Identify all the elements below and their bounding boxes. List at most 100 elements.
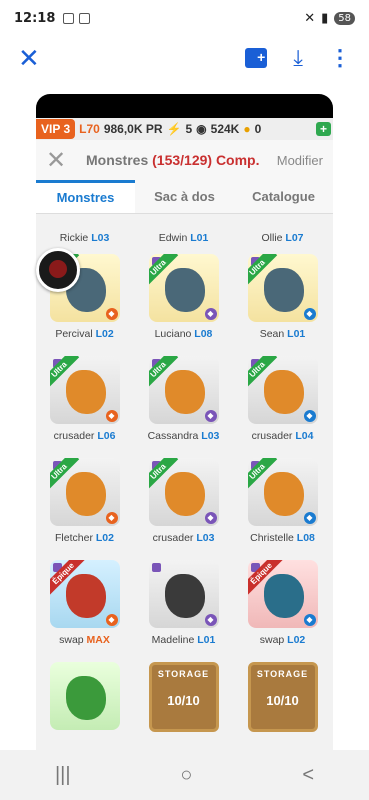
tab-catalogue[interactable]: Catalogue [234,180,333,213]
monster-name: crusader L03 [152,532,215,544]
list-item[interactable]: ◆ Madeline L01 [137,554,230,656]
list-item[interactable]: Épique ◆ swap L02 [236,554,329,656]
monster-name: Christelle L08 [250,532,315,544]
element-icon: ◆ [303,410,316,422]
monster-card[interactable]: Ultra◆ [49,458,120,526]
monster-art [164,268,205,312]
monsters-header: ✕ Monstres (153/129) Comp. Modifier [36,140,333,180]
monster-card[interactable] [49,662,120,730]
storage-slot[interactable]: STORAGE 10/10 [148,662,219,732]
tab-monstres[interactable]: Monstres [36,180,135,213]
list-item[interactable]: Rickie L03 [38,214,131,248]
monster-art [65,370,106,414]
vip-badge[interactable]: VIP 3 [36,119,76,139]
app-bar: ✕ ⤓ ⋮ [0,36,369,80]
monster-art [263,472,304,516]
add-to-album-icon[interactable] [245,48,268,68]
monster-name: Fletcher L02 [55,532,114,544]
more-icon[interactable]: ⋮ [329,45,351,71]
monster-card[interactable]: ◆ [148,560,219,628]
home-button[interactable]: ○ [180,764,192,787]
element-icon: ◆ [303,614,316,626]
list-item[interactable]: Ultra ◆ crusader L03 [137,452,230,554]
monster-grid: Rickie L03 Edwin L01 Ollie L07 [36,214,333,248]
list-item[interactable]: Edwin L01 [137,214,230,248]
list-item[interactable]: STORAGE 10/10 [236,656,329,750]
monster-card[interactable]: Ultra◆ [148,458,219,526]
battery-level: 58 [334,11,355,25]
element-icon: ◆ [105,614,118,626]
element-icon: ◆ [105,410,118,422]
monster-art [263,574,304,618]
monster-name: swap L02 [259,634,306,646]
recents-button[interactable]: ||| [55,764,71,787]
monster-art [263,268,304,312]
monster-name: Ollie L07 [261,232,304,244]
element-icon: ◆ [105,512,118,524]
list-item[interactable] [38,656,131,750]
monster-name: crusader L06 [53,430,116,442]
monster-art [65,574,106,618]
add-currency-button[interactable]: + [315,122,331,136]
list-item[interactable]: Ultra ◆ crusader L04 [236,350,329,452]
player-level: L70 [79,122,100,136]
list-item[interactable]: Ultra ◆ crusader L06 [38,350,131,452]
player-avatar[interactable] [36,248,80,292]
tab-sac-a-dos[interactable]: Sac à dos [135,180,234,213]
monster-card[interactable]: Épique ◆ [49,560,120,628]
element-icon: ◆ [303,512,316,524]
list-item[interactable]: Ultra ◆ Christelle L08 [236,452,329,554]
energy-icon: ⚡ [166,122,182,136]
monster-card[interactable]: Épique ◆ [247,560,318,628]
list-item[interactable]: Ultra ◆ Luciano L08 [137,248,230,350]
element-icon: ◆ [105,308,118,320]
monster-grid-main: Ultra◆Percival L02Ultra◆Luciano L08Ultra… [36,248,333,656]
gold-value: 0 [254,122,262,136]
monster-card[interactable]: Ultra◆ [247,356,318,424]
close-icon[interactable]: ✕ [18,43,40,74]
signal-icon: ▮ [321,10,329,26]
game-top-bar [36,94,333,118]
monster-art [164,370,205,414]
monster-name: swap MAX [59,634,110,646]
element-icon: ◆ [204,308,217,320]
download-icon[interactable]: ⤓ [293,45,303,71]
monster-art [164,574,205,618]
status-bar: 12:18 ✕ ▮ 58 [0,0,369,36]
element-icon: ◆ [204,410,217,422]
tab-bar: Monstres Sac à dos Catalogue [36,180,333,214]
list-item[interactable]: Épique ◆ swap MAX [38,554,131,656]
monster-grid-bottom: STORAGE 10/10 STORAGE 10/10 [36,656,333,750]
energy-value: 5 [185,122,193,136]
back-button[interactable]: < [302,764,314,787]
list-item[interactable]: Ultra ◆ Cassandra L03 [137,350,230,452]
gallery-icon [79,12,91,24]
element-icon: ◆ [204,512,217,524]
modify-button[interactable]: Modifier [277,153,323,168]
monster-card[interactable]: Ultra◆ [247,458,318,526]
monster-name: Cassandra L03 [147,430,220,442]
monster-art [263,370,304,414]
game-hud: VIP 3 L70 986,0K PR ⚡ 5 ◉ 524K ● 0 + [36,118,333,140]
monster-art [164,472,205,516]
system-nav-bar: ||| ○ < [0,750,369,800]
list-item[interactable]: STORAGE 10/10 [137,656,230,750]
list-item[interactable]: Ultra ◆ Sean L01 [236,248,329,350]
monster-name: crusader L04 [251,430,314,442]
monster-card[interactable]: Ultra◆ [49,356,120,424]
gold-icon: ● [243,122,251,136]
close-panel-icon[interactable]: ✕ [46,146,86,175]
monster-card[interactable]: Ultra◆ [148,356,219,424]
mute-icon: ✕ [304,10,316,26]
messenger-icon [63,12,75,24]
badge-icon [151,563,161,572]
monster-card[interactable]: Ultra◆ [148,254,219,322]
monster-card[interactable]: Ultra◆ [247,254,318,322]
silver-value: 524K [210,122,240,136]
monster-name: Madeline L01 [151,634,216,646]
list-item[interactable]: Ollie L07 [236,214,329,248]
list-item[interactable]: Ultra ◆ Fletcher L02 [38,452,131,554]
monster-name: Edwin L01 [158,232,209,244]
page-title: Monstres (153/129) Comp. [86,152,260,168]
storage-slot[interactable]: STORAGE 10/10 [247,662,318,732]
